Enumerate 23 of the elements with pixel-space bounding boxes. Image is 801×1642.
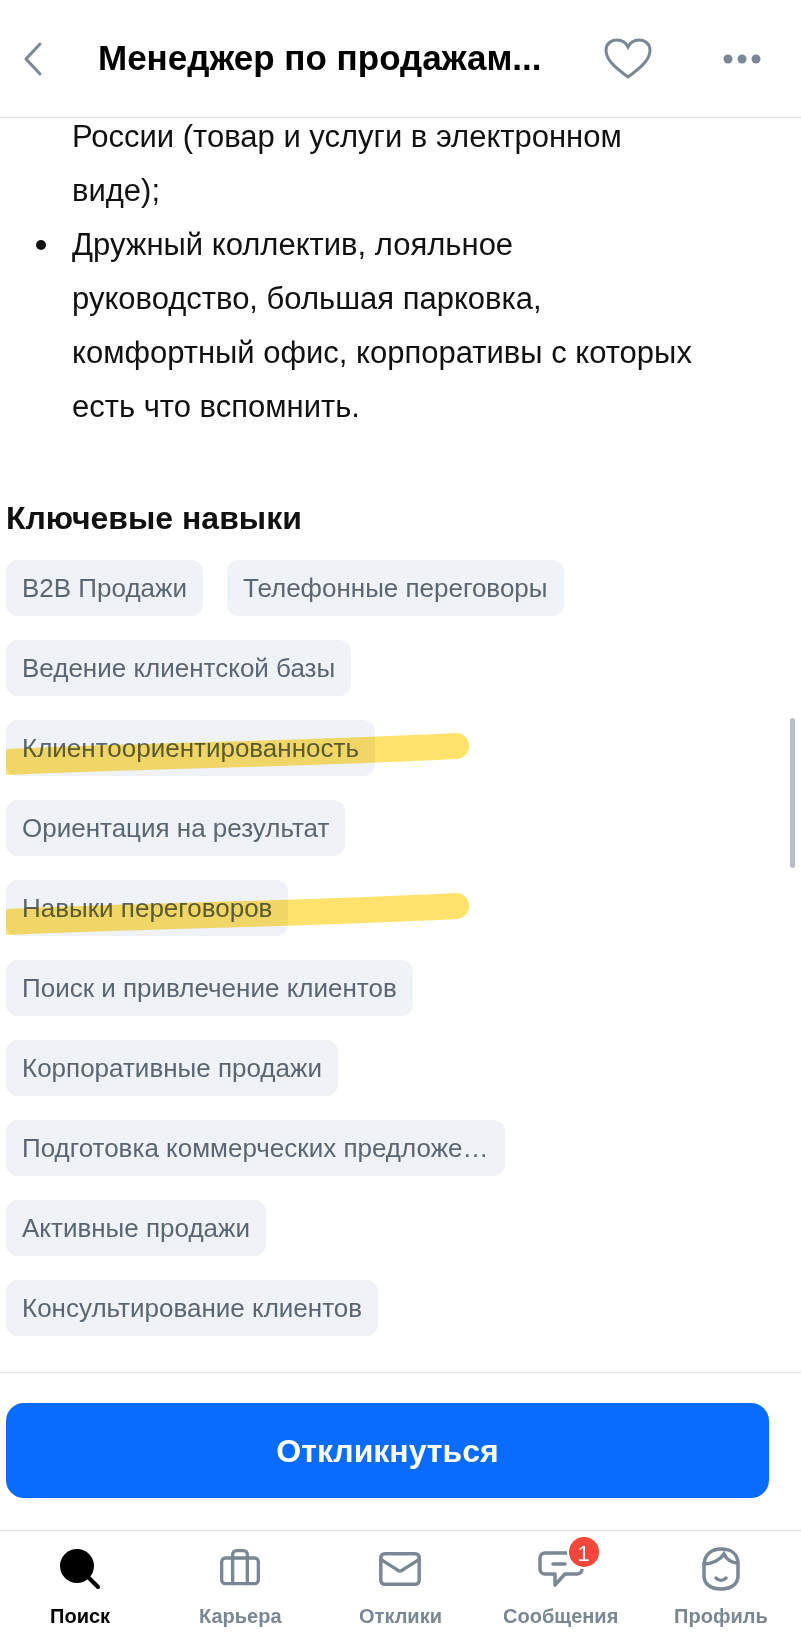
skill-tag: B2B Продажи (6, 560, 203, 616)
tab-bar-item[interactable]: Профиль (640, 1531, 801, 1642)
description-text: Дружный коллектив, лояльное руководство, большая парковка, комфортный офис, корпоративы с которых есть что вспомнить. (72, 226, 693, 426)
tab-bar-item[interactable]: Отклики (320, 1531, 481, 1642)
more-icon[interactable] (723, 53, 761, 64)
section-heading: Ключевые навыки (6, 499, 303, 538)
page-title: Менеджер по продажам... (98, 37, 542, 80)
skill-tag: Активные продажи (6, 1200, 266, 1256)
tab-bar-item[interactable]: 1 Сообщения (480, 1531, 641, 1642)
back-icon[interactable] (22, 40, 44, 77)
tab-bar-item[interactable]: Карьера (160, 1531, 321, 1642)
skill-tag: Ориентация на результат (6, 800, 346, 856)
skill-tag: Подготовка коммерческих предложе… (6, 1120, 505, 1176)
skill-tag: Телефонные переговоры (226, 560, 564, 616)
heart-icon[interactable] (603, 36, 653, 81)
skill-tag: Консультирование клиентов (6, 1280, 379, 1336)
apply-button[interactable]: Откликнуться (6, 1403, 769, 1498)
skill-tag: Корпоративные продажи (6, 1040, 338, 1096)
tab-bar-item[interactable]: Поиск (0, 1531, 161, 1642)
description-text: России (товар и услуги в электронном виде); (72, 118, 623, 210)
skill-tag: Ведение клиентской базы (6, 640, 352, 696)
notification-badge: 1 (566, 1535, 601, 1569)
skill-tag: Поиск и привлечение клиентов (6, 960, 413, 1016)
